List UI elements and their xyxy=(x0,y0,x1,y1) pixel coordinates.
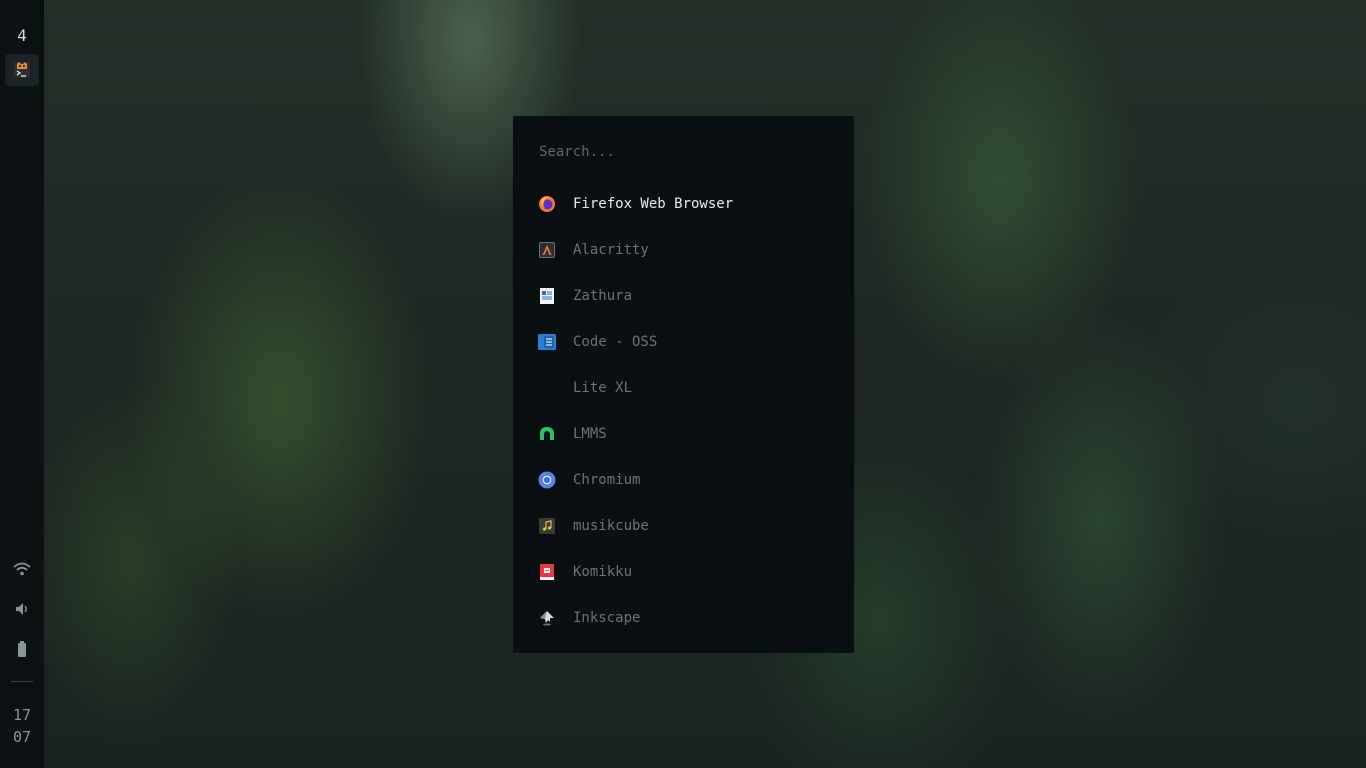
app-item-firefox[interactable]: Firefox Web Browser xyxy=(513,181,854,227)
sidebar-divider xyxy=(11,681,33,682)
app-label: musikcube xyxy=(573,518,649,534)
app-label: Inkscape xyxy=(573,610,641,626)
status-area: 17 07 xyxy=(0,559,44,748)
alacritty-icon xyxy=(538,241,556,259)
app-item-code-oss[interactable]: Code - OSS xyxy=(513,319,854,365)
app-item-inkscape[interactable]: Inkscape xyxy=(513,595,854,641)
clock-hour: 17 xyxy=(12,706,32,724)
app-item-komikku[interactable]: Komikku xyxy=(513,549,854,595)
app-list: Firefox Web Browser Alacritty Zathura Co… xyxy=(513,181,854,641)
app-item-lmms[interactable]: LMMS xyxy=(513,411,854,457)
firefox-icon xyxy=(538,195,556,213)
volume-icon[interactable] xyxy=(12,599,32,619)
terminal-icon[interactable] xyxy=(5,54,39,86)
app-item-alacritty[interactable]: Alacritty xyxy=(513,227,854,273)
zathura-icon xyxy=(538,287,556,305)
sidebar-bar: 4 17 07 xyxy=(0,0,44,768)
app-label: Chromium xyxy=(573,472,641,488)
komikku-icon xyxy=(538,563,556,581)
app-label: Alacritty xyxy=(573,242,649,258)
app-label: Zathura xyxy=(573,288,633,304)
lmms-icon xyxy=(538,425,556,443)
search-input[interactable] xyxy=(539,142,829,162)
app-item-musikcube[interactable]: musikcube xyxy=(513,503,854,549)
clock-minute: 07 xyxy=(12,728,32,746)
app-launcher: Firefox Web Browser Alacritty xyxy=(513,116,854,653)
inkscape-icon xyxy=(538,609,556,627)
app-label: LMMS xyxy=(573,426,607,442)
chromium-icon xyxy=(538,471,556,489)
app-label: Firefox Web Browser xyxy=(573,196,734,212)
wifi-icon[interactable] xyxy=(12,559,32,579)
app-item-zathura[interactable]: Zathura xyxy=(513,273,854,319)
app-label: Komikku xyxy=(573,564,633,580)
workspace-indicator[interactable]: 4 xyxy=(17,26,27,46)
app-label: Code - OSS xyxy=(573,334,658,350)
musikcube-icon xyxy=(538,517,556,535)
battery-icon[interactable] xyxy=(12,639,32,659)
code-oss-icon xyxy=(538,333,556,351)
lite-xl-icon xyxy=(538,379,556,397)
app-label: Lite XL xyxy=(573,380,633,396)
app-item-lite-xl[interactable]: Lite XL xyxy=(513,365,854,411)
app-item-chromium[interactable]: Chromium xyxy=(513,457,854,503)
clock[interactable]: 17 07 xyxy=(13,704,31,748)
